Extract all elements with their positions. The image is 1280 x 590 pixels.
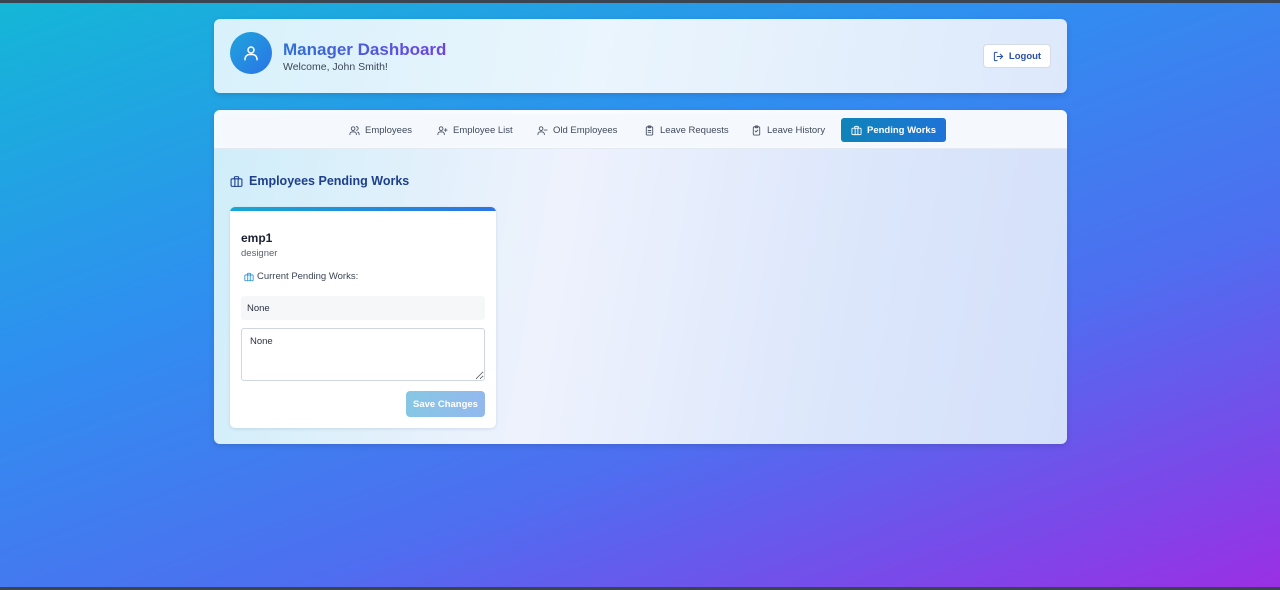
briefcase-icon [230,175,243,187]
section-title: Employees Pending Works [230,174,409,188]
tab-label: Leave History [767,124,826,136]
tab-bar: Employees Employee List Old Employees Le… [214,110,1067,149]
tab-leave-requests[interactable]: Leave Requests [644,118,729,142]
user-minus-icon [537,125,548,135]
avatar [230,32,272,74]
window-top-border [0,0,1280,3]
tab-label: Leave Requests [660,124,729,136]
user-plus-icon [437,125,448,135]
card-accent-bar [230,207,496,211]
briefcase-icon [244,272,254,281]
logout-icon [993,51,1004,61]
dashboard-header: Manager Dashboard Welcome, John Smith! L… [214,19,1067,93]
employee-role: designer [241,248,278,259]
pending-works-label: Current Pending Works: [244,271,358,282]
tab-employees[interactable]: Employees [349,118,412,142]
employee-name: emp1 [241,231,273,245]
clipboard-icon [645,124,654,136]
pending-works-textarea[interactable]: None [241,328,485,381]
current-pending-works-value: None [241,296,485,320]
welcome-message: Welcome, John Smith! [283,61,388,73]
logout-label: Logout [1008,50,1042,62]
section-title-label: Employees Pending Works [249,174,410,188]
employee-card: emp1 designer Current Pending Works: Non… [230,207,496,428]
user-icon [244,46,258,61]
tab-pending-works[interactable]: Pending Works [841,118,946,142]
pending-works-label-text: Current Pending Works: [257,271,359,282]
tab-label: Employee List [453,124,513,136]
logout-button[interactable]: Logout [983,44,1051,68]
tab-leave-history[interactable]: Leave History [751,118,825,142]
tab-label: Pending Works [867,124,936,136]
save-changes-button[interactable]: Save Changes [406,391,485,417]
users-icon [349,125,360,135]
page-title: Manager Dashboard [283,40,447,59]
tab-label: Old Employees [553,124,618,136]
tab-employee-list[interactable]: Employee List [437,118,513,142]
clipboard-check-icon [752,124,761,136]
briefcase-icon [851,125,862,135]
main-panel: Employees Employee List Old Employees Le… [214,110,1067,444]
tab-label: Employees [365,124,412,136]
tab-old-employees[interactable]: Old Employees [537,118,617,142]
